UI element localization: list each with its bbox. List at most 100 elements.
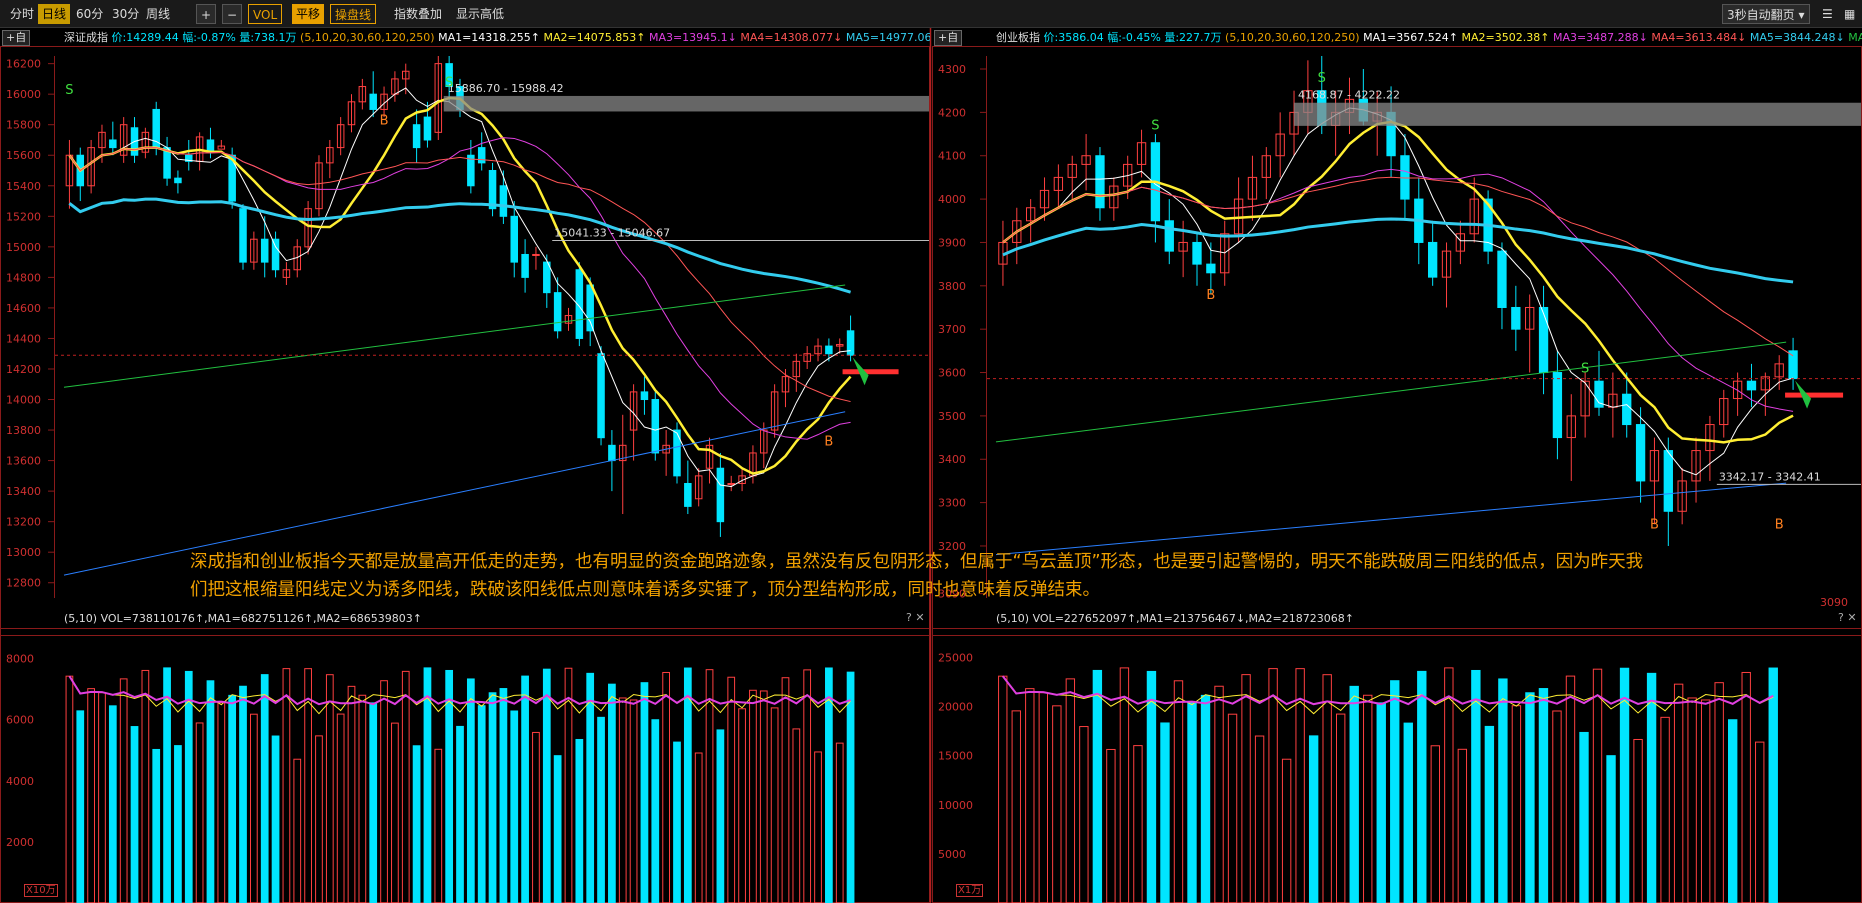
left-volume-help-icon[interactable]: ? ✕ (906, 611, 925, 624)
toolbar-item-0[interactable]: 分时 (6, 4, 38, 24)
left-y-tick-5: 15200 (6, 210, 41, 223)
right-candle-body-7 (1095, 155, 1105, 209)
left-candle-body-41 (510, 215, 519, 263)
left-sell-signal-0: S (65, 83, 73, 98)
left-y-tick-6: 15000 (6, 241, 41, 254)
right-volume-bar-19 (1254, 735, 1265, 903)
right-volume-bar-50 (1673, 683, 1684, 903)
right-volume-bar-9 (1119, 667, 1130, 903)
left-volume-bar-5 (119, 678, 128, 903)
right-volume-bar-28 (1376, 702, 1386, 903)
left-volume-bar-47 (575, 738, 584, 903)
right-volume-help-icon[interactable]: ? ✕ (1838, 611, 1857, 624)
right-ma-line-20 (1002, 168, 1794, 412)
left-volume-bar-6 (130, 726, 139, 903)
left-volume-bar-44 (542, 668, 551, 903)
left-chart-settings-chip[interactable]: +自 (2, 30, 31, 46)
right-volume-y-tick-3: 10000 (938, 799, 973, 812)
left-candle-body-44 (543, 261, 551, 294)
left-volume-bar-19 (271, 735, 280, 903)
left-volume-bar-52 (629, 699, 638, 903)
left-volume-bar-13 (206, 680, 215, 903)
left-volume-bar-65 (770, 707, 779, 903)
left-volume-bar-36 (456, 725, 464, 903)
left-volume-bar-31 (401, 670, 410, 903)
left-sell-signal-1: S (445, 76, 453, 91)
right-volume-bar-33 (1444, 667, 1454, 903)
right-candle-body-31 (1427, 241, 1438, 278)
right-volume-bar-13 (1173, 680, 1184, 903)
left-y-tick-11: 14000 (6, 394, 41, 407)
left-ma2: MA2=14075.853↑ (543, 31, 646, 44)
left-volume-bar-34 (434, 748, 443, 903)
left-volume-bar-70 (825, 667, 833, 903)
left-y-tick-10: 14200 (6, 363, 41, 376)
right-volume-bar-15 (1200, 694, 1211, 903)
left-volume-bar-14 (217, 702, 226, 903)
left-candle-body-16 (239, 208, 247, 263)
left-ma-line-30 (69, 147, 851, 403)
toolbar-item-3[interactable]: 30分 (108, 4, 143, 24)
left-y-tick-13: 13600 (6, 455, 41, 468)
list-icon[interactable]: ☰ (1818, 4, 1837, 24)
right-volume-bar-57 (1768, 667, 1778, 903)
left-candle-body-45 (553, 292, 562, 332)
toolbar-item-9[interactable]: 操盘线 (330, 4, 377, 24)
left-volume-y-tick-2: 4000 (6, 775, 34, 788)
left-volume-bar-12 (195, 722, 204, 903)
left-ma-line-5 (69, 87, 851, 488)
right-volume-y-tick-1: 20000 (938, 701, 973, 714)
toolbar-item-10[interactable]: 指数叠加 (390, 4, 446, 24)
left-volume-bar-67 (792, 728, 801, 903)
right-volume-bar-14 (1187, 702, 1197, 903)
right-ma-line-5 (1002, 107, 1794, 476)
toolbar-item-11[interactable]: 显示高低 (452, 4, 508, 24)
left-volume-bar-25 (336, 713, 345, 903)
right-volume-bar-20 (1268, 668, 1278, 903)
toolbar-item-1[interactable]: 日线 (38, 4, 71, 24)
right-buy-signal-0: B (1206, 288, 1215, 303)
right-volume-bar-40 (1538, 688, 1549, 903)
toolbar-item-2[interactable]: 60分 (72, 4, 107, 24)
right-volume-bar-29 (1390, 680, 1400, 903)
left-volume-bar-28 (369, 702, 378, 903)
right-volume-bar-1 (1011, 710, 1021, 903)
main-chart-canvas[interactable]: 16200 16000 15800 15600 15400 15200 15000 14800… (0, 28, 1862, 903)
left-buy-signal-0: B (380, 114, 389, 129)
left-candle-body-10 (174, 177, 182, 184)
left-candle-body-61 (727, 482, 735, 485)
toolbar-item-4[interactable]: 周线 (142, 4, 174, 24)
right-chart-header: 创业板指 价:3586.04 幅:-0.45% 量:227.7万 (5,10,2… (996, 30, 1862, 46)
right-volume-bar-34 (1457, 748, 1468, 903)
right-volume-bar-56 (1755, 741, 1765, 903)
right-volume-bar-0 (998, 675, 1008, 903)
grid-icon[interactable]: ▦ (1840, 4, 1859, 24)
left-candle-body-32 (412, 124, 421, 149)
left-volume-bar-18 (260, 674, 269, 903)
toolbar-item-6[interactable]: − (222, 4, 243, 24)
right-ma1: MA1=3567.524↑ (1363, 31, 1459, 44)
left-candle-body-37 (467, 154, 475, 187)
right-support-level-label: 3342.17 - 3342.41 (1719, 470, 1821, 483)
right-candle-body-45 (1622, 393, 1632, 426)
toolbar-item-7[interactable]: VOL (248, 4, 283, 24)
right-volume-ma2 (1001, 675, 1774, 706)
left-volume-bar-43 (532, 731, 540, 903)
toolbar-item-8[interactable]: 平移 (292, 4, 325, 24)
right-volume-bar-18 (1241, 674, 1251, 903)
auto-page-dropdown[interactable]: 3秒自动翻页 ▾ (1722, 4, 1810, 24)
left-chart-header: 深证成指 价:14289.44 幅:-0.87% 量:738.1万 (5,10,… (64, 30, 930, 46)
right-candle-body-12 (1164, 220, 1174, 252)
left-volume-bar-30 (391, 722, 399, 903)
right-volume-bar-36 (1484, 725, 1495, 903)
right-sell-signal-2: S (1581, 362, 1589, 377)
right-volume-bar-41 (1552, 710, 1562, 903)
toolbar-item-5[interactable]: + (196, 4, 217, 24)
right-volume-bar-32 (1430, 745, 1441, 903)
right-chart-settings-chip[interactable]: +自 (934, 30, 963, 46)
right-volume-bar-44 (1592, 668, 1603, 903)
left-candle-body-28 (369, 93, 377, 110)
right-volume-bar-39 (1525, 692, 1535, 903)
left-resistance-zone (443, 95, 929, 112)
right-ma-line-30 (1002, 176, 1794, 357)
